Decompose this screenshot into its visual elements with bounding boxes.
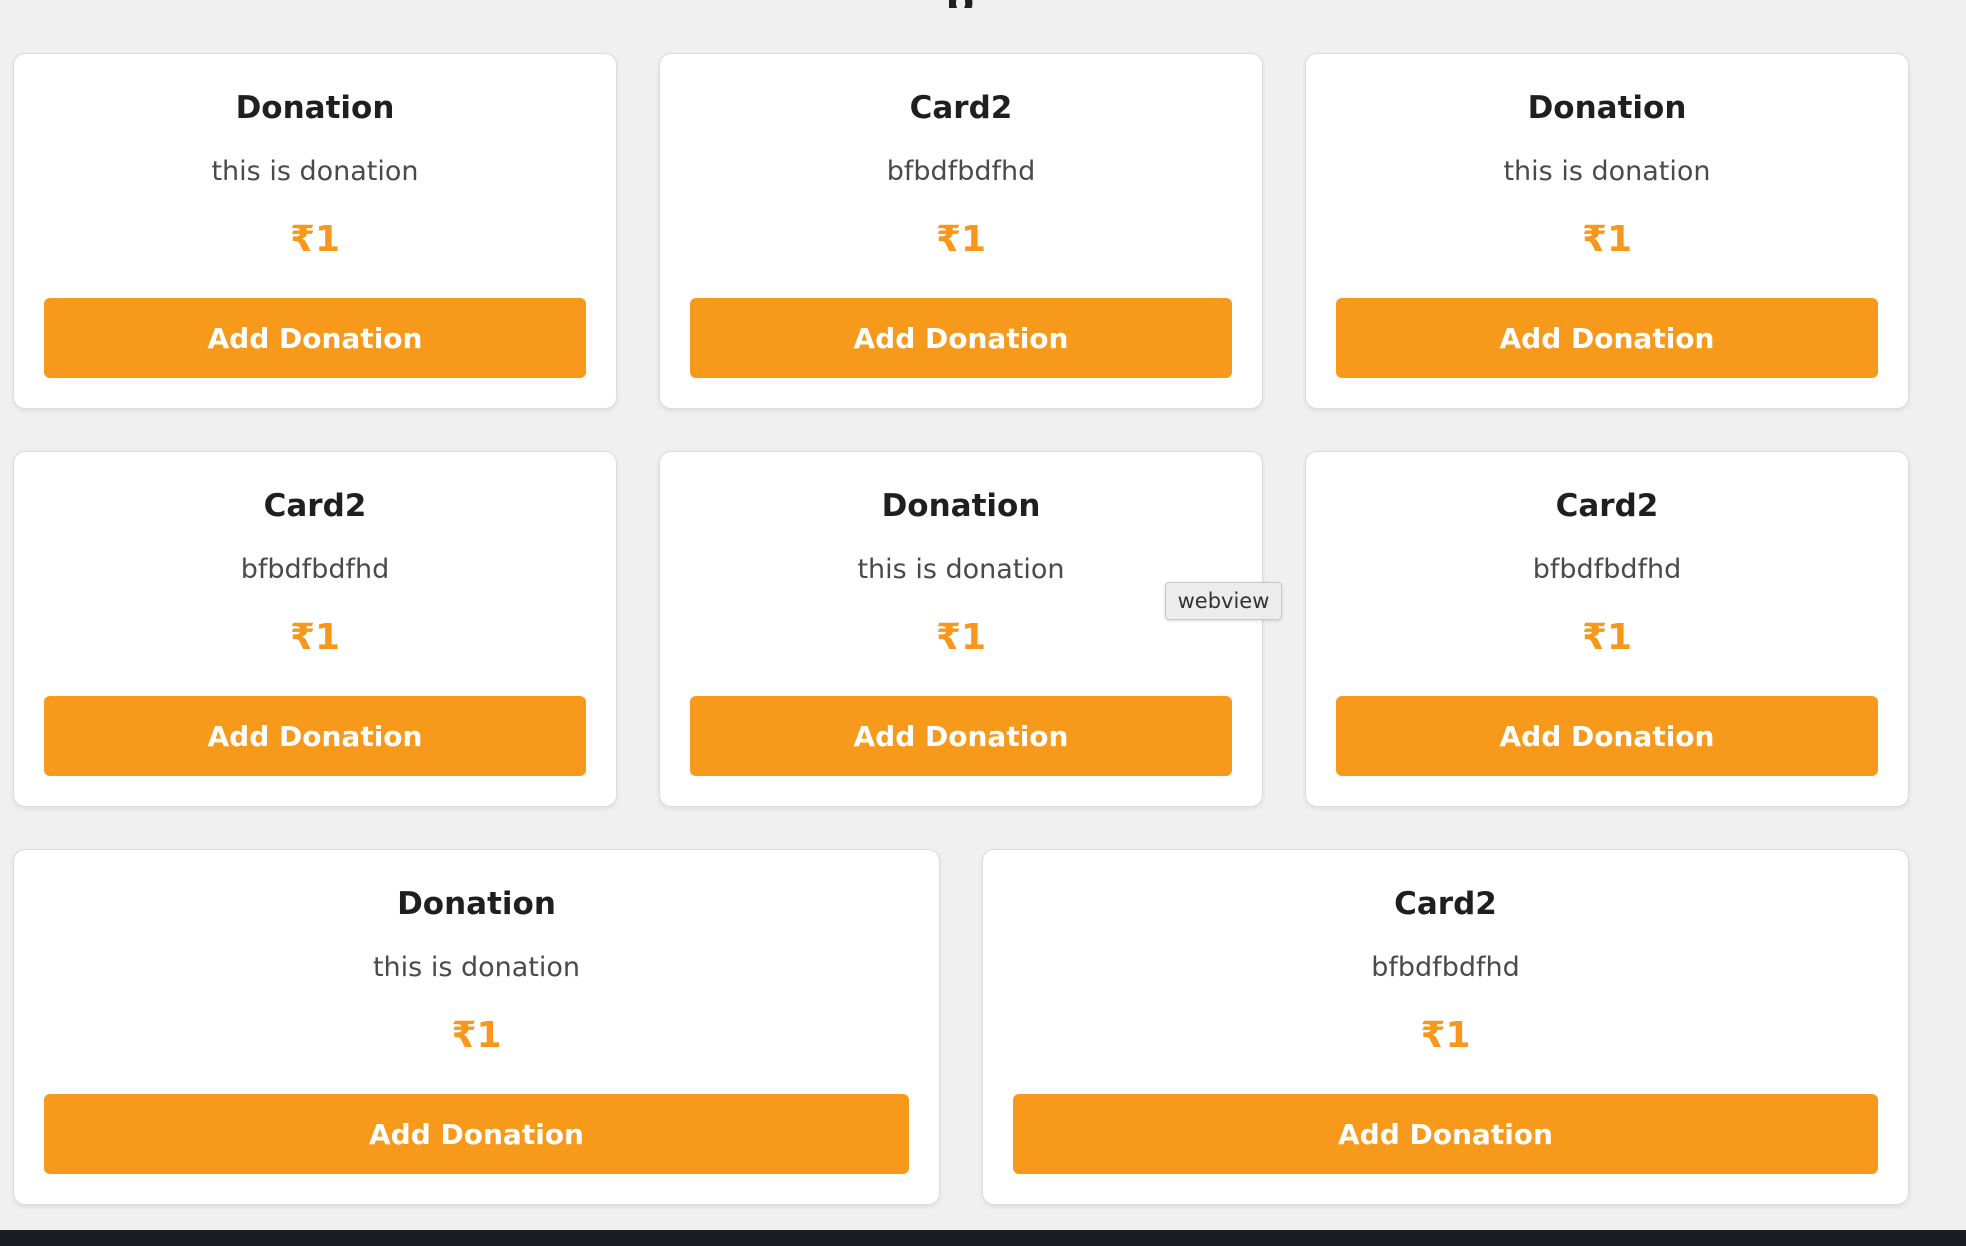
card-amount: ₹1: [289, 219, 341, 260]
add-donation-button[interactable]: Add Donation: [1336, 696, 1878, 776]
add-donation-button[interactable]: Add Donation: [690, 696, 1232, 776]
card-description: this is donation: [1503, 156, 1711, 187]
donation-card: Donation this is donation ₹1 Add Donatio…: [1305, 53, 1909, 409]
card-description: bfbdfbdfhd: [886, 156, 1036, 187]
donation-card: Card2 bfbdfbdfhd ₹1 Add Donation: [659, 53, 1263, 409]
card-title: Card2: [263, 488, 367, 524]
card-amount: ₹1: [1420, 1015, 1471, 1056]
card-title: Card2: [1394, 886, 1497, 922]
card-description: bfbdfbdfhd: [240, 554, 390, 585]
donation-card: Card2 bfbdfbdfhd ₹1 Add Donation: [1305, 451, 1909, 807]
card-amount: ₹1: [1581, 219, 1633, 260]
page-viewport: p Donation this is donation ₹1 Add Donat…: [0, 0, 1950, 1230]
card-description: this is donation: [857, 554, 1065, 585]
card-title: Card2: [909, 90, 1013, 126]
donation-card: Donation this is donation ₹1 Add Donatio…: [659, 451, 1263, 807]
add-donation-button[interactable]: Add Donation: [1336, 298, 1878, 378]
card-amount: ₹1: [935, 617, 987, 658]
add-donation-button[interactable]: Add Donation: [690, 298, 1232, 378]
donation-card: Donation this is donation ₹1 Add Donatio…: [13, 53, 617, 409]
scrollbar[interactable]: [1950, 0, 1966, 1230]
donation-card: Card2 bfbdfbdfhd ₹1 Add Donation: [982, 849, 1909, 1205]
card-description: this is donation: [372, 952, 581, 983]
donation-card: Card2 bfbdfbdfhd ₹1 Add Donation: [13, 451, 617, 807]
page-heading: p: [0, 0, 1920, 8]
card-amount: ₹1: [451, 1015, 502, 1056]
card-amount: ₹1: [1581, 617, 1633, 658]
card-description: this is donation: [211, 156, 419, 187]
add-donation-button[interactable]: Add Donation: [44, 298, 586, 378]
card-title: Donation: [1527, 90, 1687, 126]
add-donation-button[interactable]: Add Donation: [1013, 1094, 1878, 1174]
webview-tooltip: webview: [1165, 582, 1282, 620]
card-title: Card2: [1555, 488, 1659, 524]
add-donation-button[interactable]: Add Donation: [44, 1094, 909, 1174]
card-amount: ₹1: [935, 219, 987, 260]
card-title: Donation: [235, 90, 395, 126]
card-title: Donation: [397, 886, 556, 922]
add-donation-button[interactable]: Add Donation: [44, 696, 586, 776]
card-title: Donation: [881, 488, 1041, 524]
donation-card: Donation this is donation ₹1 Add Donatio…: [13, 849, 940, 1205]
card-amount: ₹1: [289, 617, 341, 658]
card-description: bfbdfbdfhd: [1371, 952, 1520, 983]
card-description: bfbdfbdfhd: [1532, 554, 1682, 585]
